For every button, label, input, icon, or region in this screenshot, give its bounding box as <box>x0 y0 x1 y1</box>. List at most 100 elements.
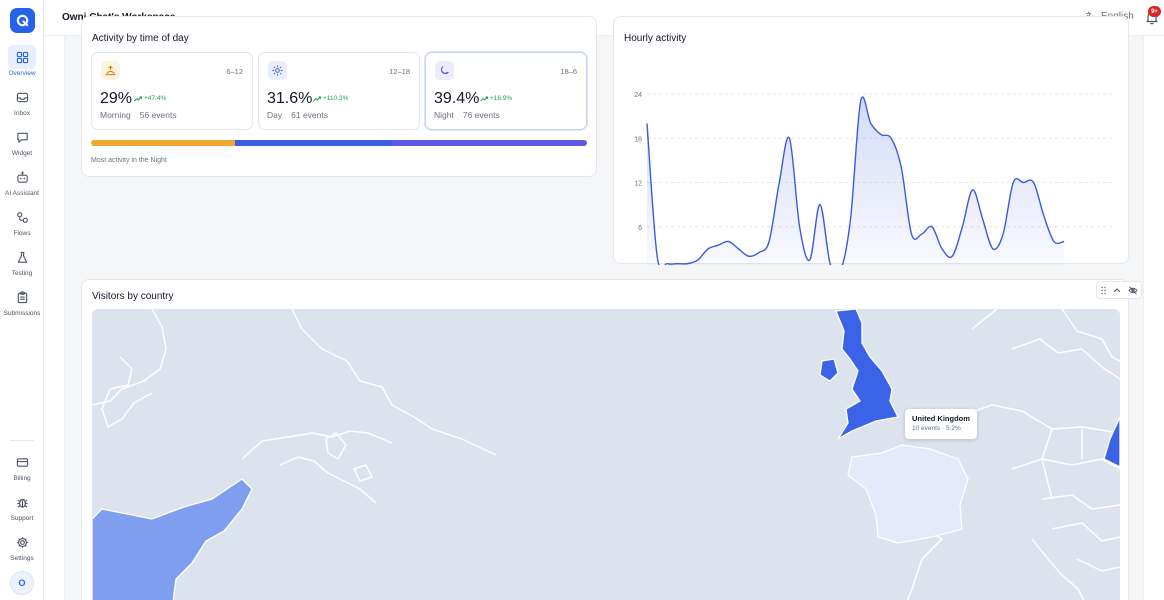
sidebar-item-label: Testing <box>11 270 33 277</box>
sunrise-icon <box>101 61 120 80</box>
sidebar-item-testing[interactable]: Testing <box>0 245 44 281</box>
period-name: Morning <box>100 110 131 120</box>
map-country-ireland <box>819 358 839 382</box>
sidebar-item-inbox[interactable]: Inbox <box>0 85 44 121</box>
sidebar-item-billing[interactable]: Billing <box>0 450 44 486</box>
map-greenland-edge <box>1061 309 1120 362</box>
map-italy <box>1031 538 1085 600</box>
visitors-title: Visitors by country <box>92 291 174 302</box>
map-country-east-edge <box>1103 416 1120 468</box>
grid-icon <box>16 51 28 63</box>
y-tick-label: 12 <box>634 181 642 188</box>
sidebar-item-label: Settings <box>10 555 34 562</box>
flask-icon <box>17 251 27 263</box>
period-range: 12–18 <box>389 67 410 76</box>
distribution-segment-night <box>391 140 587 146</box>
visitors-card: Visitors by country United Kingdom 10 ev… <box>81 279 1142 600</box>
period-delta: +16.9% <box>480 95 512 102</box>
period-percent: 31.6% <box>267 90 313 107</box>
period-subtitle: Day 61 events <box>267 110 328 120</box>
sidebar-item-flows[interactable]: Flows <box>0 205 44 241</box>
map-country-united-kingdom <box>835 309 899 440</box>
period-card-morning[interactable]: 6–12 29% +47.4% Morning 56 events <box>91 52 253 130</box>
period-events: 61 events <box>291 110 328 120</box>
avatar[interactable]: O <box>10 571 34 595</box>
trend-up-icon <box>134 96 142 101</box>
sidebar-divider <box>10 440 34 441</box>
sidebar-item-support[interactable]: Support <box>0 490 44 526</box>
sidebar-item-label: Overview <box>8 70 36 77</box>
activity-card-body: 6–12 29% +47.4% Morning 56 events 12–18 3… <box>81 36 597 177</box>
sidebar: Overview Inbox Widget AI Assistant Flows… <box>0 0 44 600</box>
robot-icon <box>16 170 28 183</box>
sidebar-item-ai-assistant[interactable]: AI Assistant <box>0 165 44 201</box>
map-tooltip: United Kingdom 10 events · 5.2% <box>905 409 977 439</box>
world-map[interactable]: United Kingdom 10 events · 5.2% <box>92 309 1120 600</box>
sidebar-item-settings[interactable]: Settings <box>0 530 44 566</box>
main-content: Activity by time of day 6–12 29% +47.4% … <box>64 16 1144 600</box>
map-country-usa <box>92 478 253 600</box>
sidebar-item-overview[interactable]: Overview <box>0 45 44 81</box>
period-delta-value: +110.3% <box>323 95 349 102</box>
period-range: 18–6 <box>560 67 577 76</box>
map-scandinavia <box>971 309 1120 380</box>
period-card-day[interactable]: 12–18 31.6% +110.3% Day 61 events <box>258 52 420 130</box>
bug-icon <box>16 497 28 508</box>
chat-bubble-icon <box>16 132 28 143</box>
period-delta-value: +16.9% <box>490 95 513 102</box>
y-tick-label: 24 <box>634 92 642 99</box>
trend-up-icon <box>480 96 488 101</box>
sidebar-item-label: Widget <box>11 150 33 157</box>
distribution-segment-morning <box>91 140 235 146</box>
sidebar-item-widget[interactable]: Widget <box>0 125 44 161</box>
period-subtitle: Night 76 events <box>434 110 500 120</box>
period-name: Day <box>267 110 283 120</box>
sidebar-item-label: Inbox <box>14 110 30 117</box>
period-subtitle: Morning 56 events <box>100 110 177 120</box>
collapse-chevron-icon[interactable] <box>1113 286 1121 294</box>
flow-icon <box>16 211 28 223</box>
distribution-segment-day <box>234 140 392 146</box>
inbox-icon <box>16 92 28 102</box>
sidebar-item-label: Submissions <box>3 310 41 317</box>
hide-eye-icon[interactable] <box>1128 285 1138 295</box>
trend-up-icon <box>313 96 321 101</box>
sidebar-item-label: Flows <box>13 230 31 237</box>
sidebar-item-label: Billing <box>13 475 31 482</box>
period-card-night[interactable]: 18–6 39.4% +16.9% Night 76 events <box>425 52 587 130</box>
period-range: 6–12 <box>226 67 243 76</box>
map-canvas <box>92 309 1120 600</box>
card-icon <box>16 457 28 467</box>
period-delta: +47.4% <box>134 95 166 102</box>
period-delta-value: +47.4% <box>144 95 167 102</box>
moon-icon <box>435 61 454 80</box>
hourly-activity-chart: 061218240:004:008:0012:0016:0020:00 <box>634 92 1115 265</box>
hourly-activity-card: Hourly activity 061218240:004:008:0012:0… <box>613 16 1129 265</box>
period-percent: 29% <box>100 90 133 107</box>
map-island-a <box>353 464 373 482</box>
map-coast-quebec <box>241 430 393 460</box>
tooltip-country: United Kingdom <box>912 414 970 423</box>
y-tick-label: 6 <box>638 225 642 232</box>
map-country-france <box>847 444 969 544</box>
period-delta: +110.3% <box>313 95 348 102</box>
y-tick-label: 18 <box>634 136 642 143</box>
clipboard-icon <box>17 291 27 303</box>
sidebar-item-label: Support <box>10 515 34 522</box>
period-name: Night <box>434 110 454 120</box>
drag-handle-icon[interactable] <box>1100 286 1107 295</box>
map-coast-labrador <box>291 309 497 456</box>
sidebar-item-submissions[interactable]: Submissions <box>0 285 44 321</box>
map-coast-hudson <box>101 356 153 428</box>
period-percent: 39.4% <box>434 90 480 107</box>
map-newfoundland <box>325 432 347 460</box>
logo-glyph <box>16 14 29 27</box>
activity-caption: Most activity in the Night <box>91 157 167 164</box>
map-europe-borders <box>951 404 1120 572</box>
sun-icon <box>268 61 287 80</box>
map-coast-north <box>92 309 167 406</box>
period-events: 56 events <box>139 110 177 120</box>
gear-icon <box>16 536 28 548</box>
owni-logo-icon[interactable] <box>10 8 35 33</box>
widget-toolbar <box>1096 281 1142 299</box>
